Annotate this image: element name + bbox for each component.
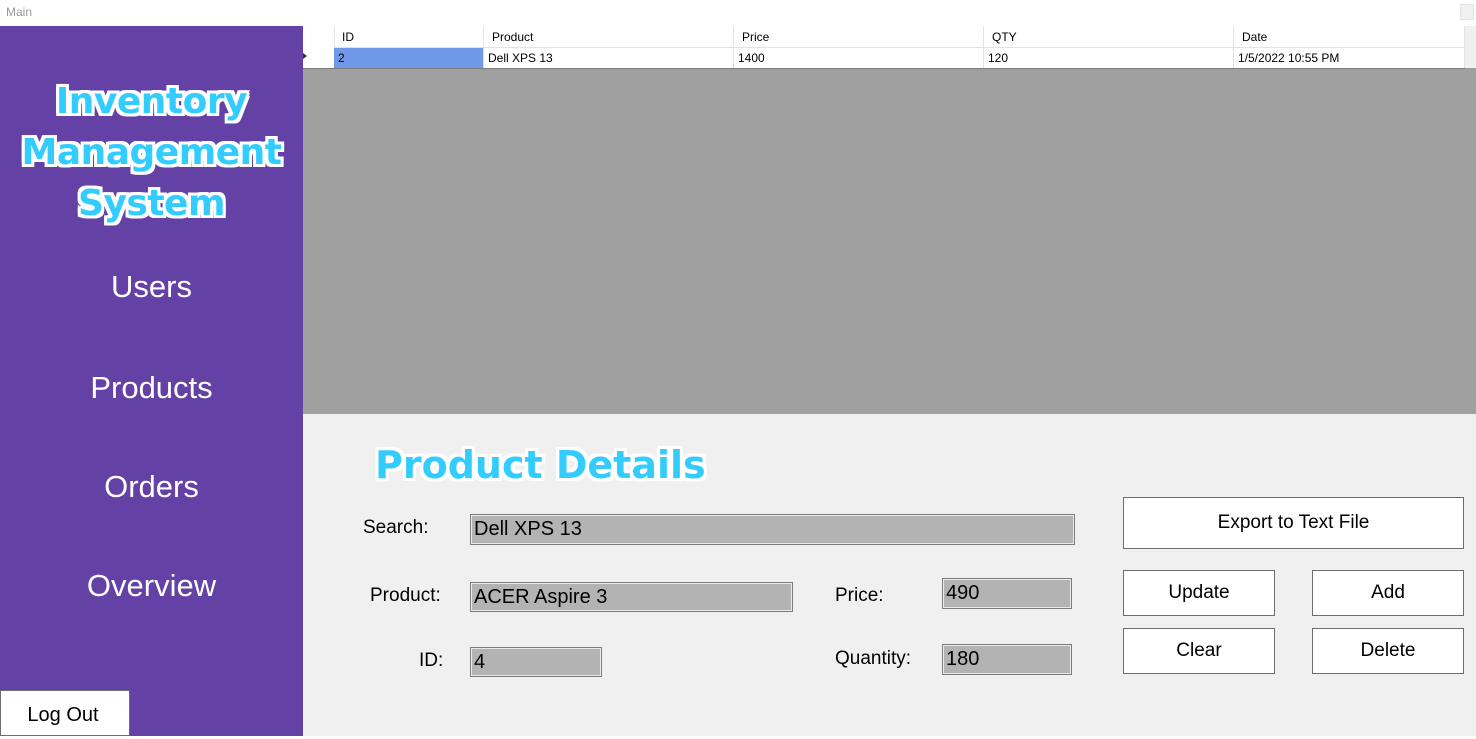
price-field[interactable]: 490 [942,578,1072,609]
cell-date[interactable]: 1/5/2022 10:55 PM [1234,47,1465,68]
cell-product[interactable]: Dell XPS 13 [484,47,734,68]
sidebar-item-orders[interactable]: Orders [0,469,303,505]
add-button[interactable]: Add [1312,570,1464,616]
product-field[interactable]: ACER Aspire 3 [470,582,793,612]
price-label: Price: [835,585,884,606]
column-header-product[interactable]: Product [484,26,734,47]
window-titlebar: Main [0,0,1476,26]
export-text-file-button[interactable]: Export to Text File [1123,497,1464,549]
cell-qty[interactable]: 120 [984,47,1234,68]
current-row-arrow-icon [303,53,307,59]
sidebar: Inventory Management System Users Produc… [0,26,303,736]
column-header-date[interactable]: Date [1234,26,1465,47]
cell-id[interactable]: 2 [334,47,484,68]
update-button[interactable]: Update [1123,570,1275,616]
product-label: Product: [370,585,441,606]
column-header-qty[interactable]: QTY [984,26,1234,47]
products-grid[interactable]: ID Product Price QTY Date 2 Dell XPS 13 … [303,26,1465,69]
sidebar-item-overview[interactable]: Overview [0,568,303,604]
app-logo: Inventory Management System [0,76,303,229]
grid-scrollbar[interactable] [1465,26,1476,68]
window-control-button[interactable] [1460,4,1474,20]
clear-button[interactable]: Clear [1123,628,1275,674]
column-header-price[interactable]: Price [734,26,984,47]
column-header-id[interactable]: ID [334,26,484,47]
logo-line: Management [21,132,283,173]
row-header-column[interactable] [303,26,335,68]
logo-line: System [78,183,225,224]
delete-button[interactable]: Delete [1312,628,1464,674]
logout-button[interactable]: Log Out [0,690,130,736]
id-label: ID: [419,650,444,671]
window-title: Main [6,5,33,19]
sidebar-item-users[interactable]: Users [0,269,303,305]
id-field[interactable]: 4 [470,647,602,677]
quantity-field[interactable]: 180 [942,644,1072,675]
logo-line: Inventory [55,81,248,122]
product-details-panel: Product Details Search: Dell XPS 13 Prod… [303,414,1476,736]
products-grid-area: ID Product Price QTY Date 2 Dell XPS 13 … [303,26,1476,414]
page-title: Product Details [375,443,706,487]
search-input[interactable]: Dell XPS 13 [470,514,1075,545]
quantity-label: Quantity: [835,648,912,669]
search-label: Search: [363,517,429,538]
sidebar-item-products[interactable]: Products [0,370,303,406]
cell-price[interactable]: 1400 [734,47,984,68]
